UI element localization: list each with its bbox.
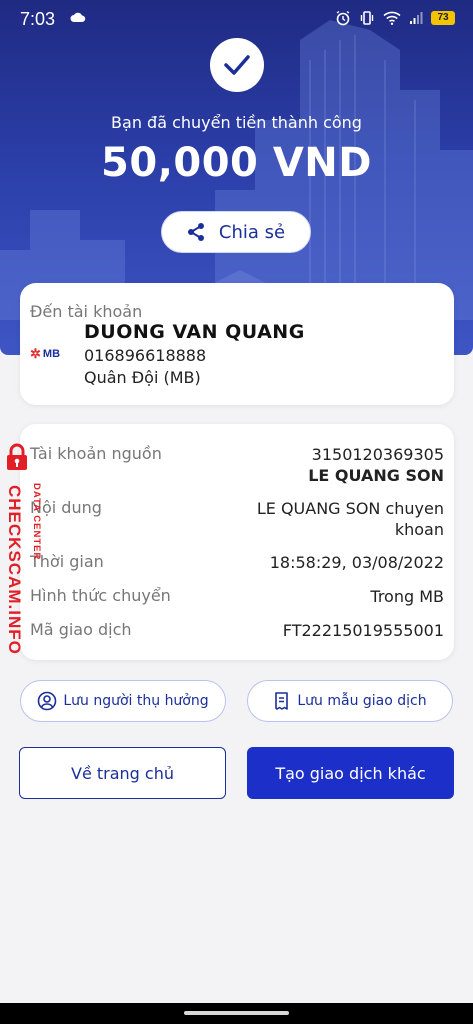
detail-row-content: Nội dung LE QUANG SON chuyen khoan	[30, 498, 444, 540]
source-account-number: 3150120369305	[311, 445, 444, 464]
mb-logo-text: MB	[42, 348, 61, 360]
share-label: Chia sẻ	[218, 221, 286, 243]
battery-indicator: 73	[431, 11, 455, 25]
transfer-amount: 50,000 VND	[101, 140, 372, 186]
source-account-label: Tài khoản nguồn	[30, 444, 162, 463]
cloud-icon	[70, 12, 86, 22]
transaction-details-card: Tài khoản nguồn 3150120369305 LE QUANG S…	[20, 424, 454, 660]
detail-row-method: Hình thức chuyển Trong MB	[30, 586, 444, 607]
recipient-name: DUONG VAN QUANG	[84, 321, 305, 343]
status-bar: 7:03 73	[0, 0, 473, 38]
vibrate-icon	[360, 11, 374, 25]
recipient-section-label: Đến tài khoản	[30, 302, 143, 321]
save-recipient-label: Lưu người thụ hưởng	[63, 693, 209, 709]
time-label: Thời gian	[30, 552, 104, 571]
content-value-line2: khoan	[394, 520, 444, 539]
time-value: 18:58:29, 03/08/2022	[269, 553, 444, 572]
mb-bank-logo: ✲ MB	[30, 346, 60, 362]
home-button-label: Về trang chủ	[71, 763, 174, 783]
detail-row-source: Tài khoản nguồn 3150120369305 LE QUANG S…	[30, 444, 444, 486]
method-label: Hình thức chuyển	[30, 586, 171, 605]
new-transaction-button[interactable]: Tạo giao dịch khác	[247, 747, 454, 799]
home-gesture-handle[interactable]	[184, 1011, 289, 1015]
home-button[interactable]: Về trang chủ	[19, 747, 226, 799]
recipient-card: Đến tài khoản ✲ MB DUONG VAN QUANG 01689…	[20, 283, 454, 405]
success-check-icon	[210, 38, 264, 92]
receipt-icon	[275, 692, 289, 710]
detail-row-transaction-id: Mã giao dịch FT22215019555001	[30, 620, 444, 641]
source-account-name: LE QUANG SON	[308, 466, 444, 485]
save-template-label: Lưu mẫu giao dịch	[297, 693, 427, 709]
transaction-id-value: FT22215019555001	[282, 621, 444, 640]
user-circle-icon	[38, 691, 57, 711]
share-icon	[187, 223, 204, 241]
method-value: Trong MB	[370, 587, 444, 606]
content-label: Nội dung	[30, 498, 102, 517]
share-button[interactable]: Chia sẻ	[161, 211, 311, 253]
detail-row-time: Thời gian 18:58:29, 03/08/2022	[30, 552, 444, 573]
content-value-line1: LE QUANG SON chuyen	[256, 499, 444, 518]
recipient-account-number: 016896618888	[84, 346, 207, 365]
recipient-bank-name: Quân Đội (MB)	[84, 368, 201, 387]
status-icons: 73	[335, 10, 455, 26]
system-nav-bar	[0, 1003, 473, 1024]
save-recipient-button[interactable]: Lưu người thụ hưởng	[20, 680, 226, 722]
wifi-icon	[383, 11, 401, 25]
save-template-button[interactable]: Lưu mẫu giao dịch	[247, 680, 453, 722]
status-time: 7:03	[20, 9, 56, 29]
signal-icon	[410, 12, 423, 24]
transaction-id-label: Mã giao dịch	[30, 620, 132, 639]
new-transaction-label: Tạo giao dịch khác	[275, 763, 426, 783]
mb-star-icon: ✲	[30, 346, 41, 361]
success-message: Bạn đã chuyển tiền thành công	[111, 113, 362, 132]
alarm-icon	[336, 10, 350, 26]
